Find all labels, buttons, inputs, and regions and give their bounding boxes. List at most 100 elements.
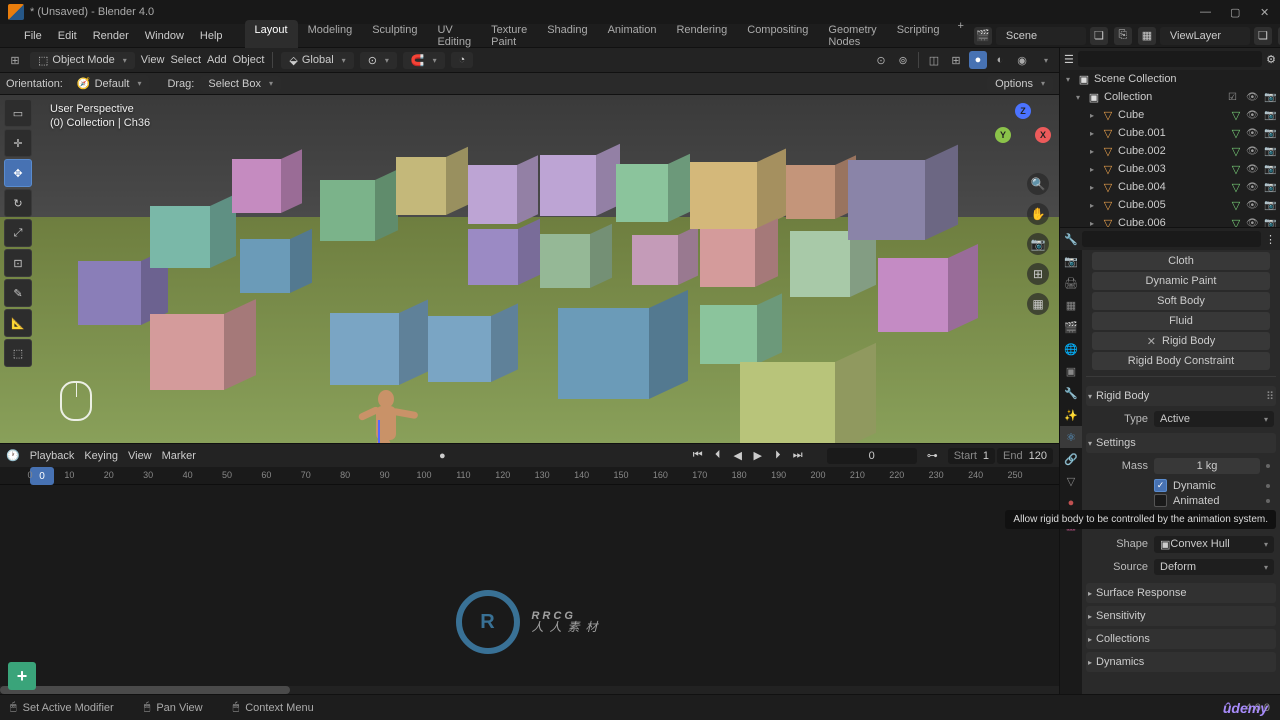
outliner-object-row[interactable]: ▸▽Cube.002▽👁📷 bbox=[1060, 142, 1280, 160]
tool-scale[interactable]: ⤢ bbox=[4, 219, 32, 247]
snap-dropdown[interactable]: 🧲 bbox=[403, 52, 445, 69]
keyframe-dot-icon[interactable] bbox=[1266, 499, 1270, 503]
dynamic-checkbox[interactable]: Dynamic bbox=[1154, 479, 1274, 492]
overlays-icon[interactable]: ⊚ bbox=[894, 51, 912, 69]
tab-geometry-nodes[interactable]: Geometry Nodes bbox=[818, 20, 886, 52]
outliner-object-row[interactable]: ▸▽Cube.003▽👁📷 bbox=[1060, 160, 1280, 178]
tab-uv-editing[interactable]: UV Editing bbox=[427, 20, 481, 52]
3d-viewport[interactable]: ▭ ✛ ✥ ↻ ⤢ ⊡ ✎ 📐 ⬚ User Perspective (0) C… bbox=[0, 95, 1059, 443]
shading-wireframe-icon[interactable]: ⊞ bbox=[947, 51, 965, 69]
tool-cursor[interactable]: ✛ bbox=[4, 129, 32, 157]
tab-scripting[interactable]: Scripting bbox=[887, 20, 950, 52]
rigidbody-section-header[interactable]: ▾Rigid Body⠿ bbox=[1086, 386, 1276, 406]
keyframe-dot-icon[interactable] bbox=[1266, 464, 1270, 468]
scene-name-field[interactable]: Scene bbox=[996, 27, 1086, 45]
tab-shading[interactable]: Shading bbox=[537, 20, 597, 52]
orientation-dropdown[interactable]: ⬙Global bbox=[281, 52, 353, 69]
sensitivity-section[interactable]: ▸Sensitivity bbox=[1086, 606, 1276, 626]
options-dropdown[interactable]: Options bbox=[987, 76, 1053, 92]
tab-modifiers[interactable]: 🔧 bbox=[1060, 382, 1082, 404]
menu-render[interactable]: Render bbox=[85, 30, 137, 42]
tab-modeling[interactable]: Modeling bbox=[298, 20, 363, 52]
tool-select[interactable]: ▭ bbox=[4, 99, 32, 127]
tab-constraints[interactable]: 🔗 bbox=[1060, 448, 1082, 470]
keying-menu[interactable]: Keying bbox=[84, 450, 118, 462]
tab-data[interactable]: ▽ bbox=[1060, 470, 1082, 492]
shading-options-dropdown[interactable] bbox=[1035, 51, 1053, 69]
timeline-body[interactable]: R RRCG人人素材 bbox=[0, 485, 1059, 694]
outliner-object-row[interactable]: ▸▽Cube▽👁📷 bbox=[1060, 106, 1280, 124]
scene-new-icon[interactable]: ❏ bbox=[1090, 27, 1108, 45]
marker-menu[interactable]: Marker bbox=[162, 450, 196, 462]
autokey-icon[interactable]: ● bbox=[439, 450, 446, 462]
editor-type-icon[interactable]: ☰ bbox=[1064, 53, 1074, 66]
scene-pin-icon[interactable]: ⎘ bbox=[1114, 27, 1132, 45]
type-dropdown[interactable]: Active bbox=[1154, 411, 1274, 427]
tab-rendering[interactable]: Rendering bbox=[666, 20, 737, 52]
playhead[interactable]: 0 bbox=[30, 467, 54, 485]
minimize-icon[interactable]: — bbox=[1200, 6, 1212, 18]
shape-dropdown[interactable]: ▣ Convex Hull bbox=[1154, 536, 1274, 553]
gizmo-z-icon[interactable]: Z bbox=[1015, 103, 1031, 119]
keyframe-next-icon[interactable]: ⏵ bbox=[769, 447, 787, 465]
outliner-object-row[interactable]: ▸▽Cube.005▽👁📷 bbox=[1060, 196, 1280, 214]
tool-transform[interactable]: ⊡ bbox=[4, 249, 32, 277]
menu-window[interactable]: Window bbox=[137, 30, 192, 42]
end-frame-input[interactable]: End120 bbox=[997, 448, 1053, 464]
scene-browse-icon[interactable]: 🎬 bbox=[974, 27, 992, 45]
play-icon[interactable]: ▶ bbox=[749, 447, 767, 465]
filter-icon[interactable]: ⚙ bbox=[1266, 53, 1276, 66]
tab-particles[interactable]: ✨ bbox=[1060, 404, 1082, 426]
tool-add-mesh[interactable]: ⬚ bbox=[4, 339, 32, 367]
mode-dropdown[interactable]: ⬚Object Mode bbox=[30, 52, 135, 69]
keyframe-prev-icon[interactable]: ⏴ bbox=[709, 447, 727, 465]
viewlayer-browse-icon[interactable]: ▦ bbox=[1138, 27, 1156, 45]
tool-move[interactable]: ✥ bbox=[4, 159, 32, 187]
tab-output[interactable]: 🖨 bbox=[1060, 272, 1082, 294]
source-dropdown[interactable]: Deform bbox=[1154, 559, 1274, 575]
tool-measure[interactable]: 📐 bbox=[4, 309, 32, 337]
settings-section-header[interactable]: ▾Settings bbox=[1086, 433, 1276, 453]
close-icon[interactable]: ✕ bbox=[1260, 6, 1272, 18]
editor-type-icon[interactable]: 🔧 bbox=[1064, 233, 1078, 246]
orientation-select[interactable]: 🧭Default bbox=[69, 75, 150, 92]
menu-select[interactable]: Select bbox=[170, 54, 201, 66]
shading-material-icon[interactable]: ◐ bbox=[991, 51, 1009, 69]
jump-start-icon[interactable]: ⏮ bbox=[689, 447, 707, 465]
start-frame-input[interactable]: Start1 bbox=[948, 448, 995, 464]
play-reverse-icon[interactable]: ◀ bbox=[729, 447, 747, 465]
pivot-dropdown[interactable]: ⊙ bbox=[360, 52, 397, 69]
maximize-icon[interactable]: ▢ bbox=[1230, 6, 1242, 18]
shading-rendered-icon[interactable]: ◉ bbox=[1013, 51, 1031, 69]
tab-texture-paint[interactable]: Texture Paint bbox=[481, 20, 537, 52]
menu-help[interactable]: Help bbox=[192, 30, 231, 42]
menu-file[interactable]: File bbox=[16, 30, 50, 42]
physics-soft-body-button[interactable]: Soft Body bbox=[1092, 292, 1270, 310]
character-mesh[interactable] bbox=[350, 390, 430, 443]
viewlayer-name-field[interactable]: ViewLayer bbox=[1160, 27, 1250, 45]
surface-response-section[interactable]: ▸Surface Response bbox=[1086, 583, 1276, 603]
physics-rigid-body-button[interactable]: Rigid Body bbox=[1092, 332, 1270, 350]
animated-checkbox[interactable]: Animated bbox=[1154, 494, 1274, 507]
tab-viewlayer[interactable]: ▦ bbox=[1060, 294, 1082, 316]
outliner-object-row[interactable]: ▸▽Cube.006▽👁📷 bbox=[1060, 214, 1280, 228]
gizmo-visibility-icon[interactable]: ⊙ bbox=[872, 51, 890, 69]
physics-cloth-button[interactable]: Cloth bbox=[1092, 252, 1270, 270]
tab-physics[interactable]: ⚛ bbox=[1060, 426, 1082, 448]
gizmo-x-icon[interactable]: X bbox=[1035, 127, 1051, 143]
properties-search[interactable] bbox=[1082, 231, 1261, 247]
timeline-ruler[interactable]: 0 01020304050607080901001101201301401501… bbox=[0, 467, 1059, 485]
tab-scene[interactable]: 🎬 bbox=[1060, 316, 1082, 338]
jump-end-icon[interactable]: ⏭ bbox=[789, 447, 807, 465]
outliner-object-row[interactable]: ▸▽Cube.004▽👁📷 bbox=[1060, 178, 1280, 196]
preview-range-icon[interactable]: ⊶ bbox=[927, 449, 938, 462]
tab-animation[interactable]: Animation bbox=[598, 20, 667, 52]
mass-input[interactable]: 1 kg bbox=[1154, 458, 1260, 474]
zoom-icon[interactable]: 🔍 bbox=[1027, 173, 1049, 195]
editor-type-icon[interactable]: ⊞ bbox=[6, 51, 24, 69]
physics-fluid-button[interactable]: Fluid bbox=[1092, 312, 1270, 330]
add-fab-button[interactable]: + bbox=[8, 662, 36, 690]
camera-view-icon[interactable]: 📷 bbox=[1027, 233, 1049, 255]
outliner-object-row[interactable]: ▸▽Cube.001▽👁📷 bbox=[1060, 124, 1280, 142]
toggle-icon[interactable]: ▦ bbox=[1027, 293, 1049, 315]
